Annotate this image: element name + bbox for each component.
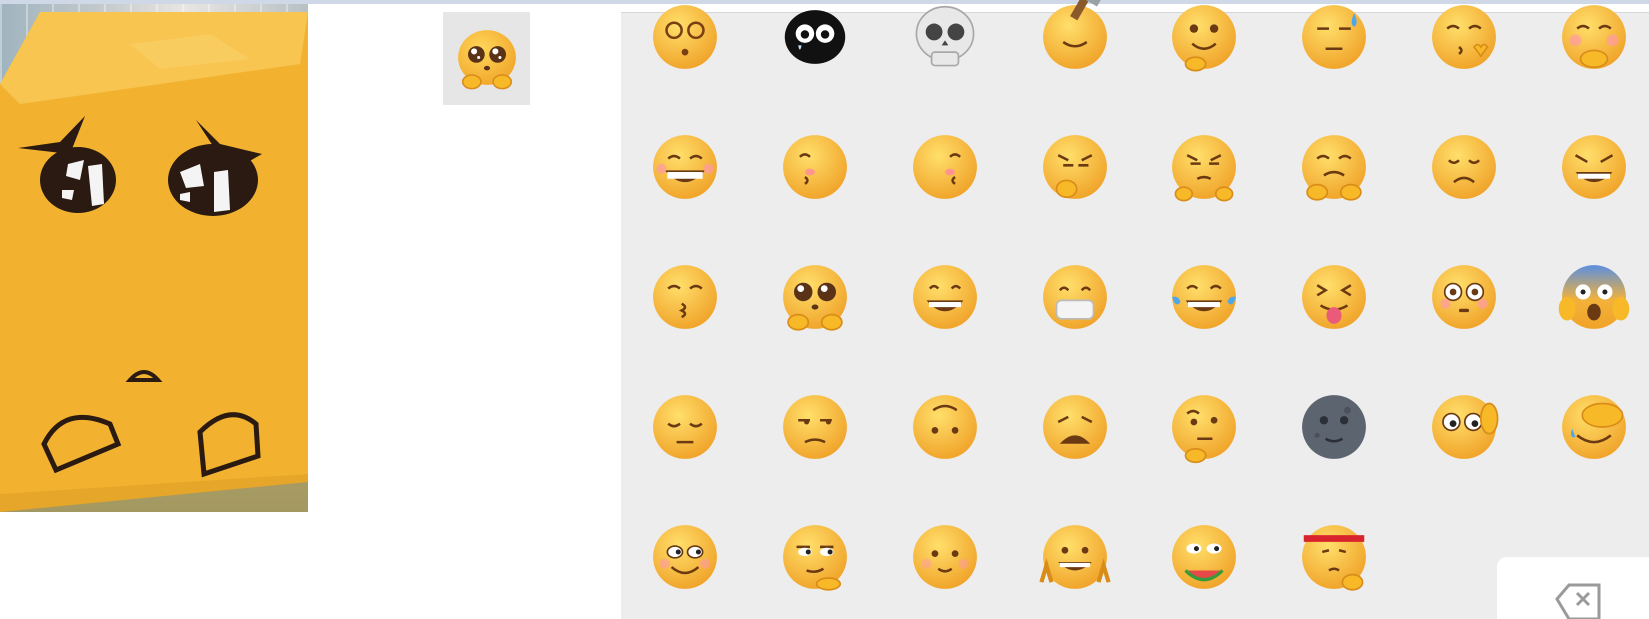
angry-hands-up-icon[interactable] [1162, 125, 1246, 209]
flushed-icon[interactable] [1422, 255, 1506, 339]
evil-grin-icon[interactable] [1552, 125, 1636, 209]
side-eye-point-icon[interactable] [773, 515, 857, 599]
peek-wave-icon[interactable] [1422, 385, 1506, 469]
tongue-squint-icon[interactable] [1292, 255, 1376, 339]
delete-key[interactable] [1497, 557, 1649, 619]
smirk-wink-icon[interactable] [643, 515, 727, 599]
emoji-grid [621, 0, 1649, 619]
sweat-drop-deadpan-icon[interactable] [1292, 0, 1376, 79]
backspace-icon [1555, 583, 1601, 619]
headband-fist-icon[interactable] [1292, 515, 1376, 599]
face-palm-cry-icon[interactable] [1552, 385, 1636, 469]
face-with-mask-icon[interactable] [1033, 255, 1117, 339]
chin-smirk-icon[interactable] [1162, 0, 1246, 79]
grin-icon[interactable] [903, 255, 987, 339]
side-glance-right-icon[interactable] [903, 125, 987, 209]
peace-grin-icon[interactable] [1033, 515, 1117, 599]
box-face-photo [0, 4, 308, 512]
weary-icon[interactable] [1033, 385, 1117, 469]
content-smile-icon[interactable] [903, 515, 987, 599]
big-grin-blush-icon[interactable] [643, 125, 727, 209]
selected-sticker-preview [443, 12, 530, 105]
unamused-icon[interactable] [773, 385, 857, 469]
pensive-icon[interactable] [643, 385, 727, 469]
kiss-heart-icon[interactable] [1422, 0, 1506, 79]
yellow-box-illustration [0, 12, 308, 512]
thinking-icon[interactable] [1162, 385, 1246, 469]
shy-giggle-hands-icon[interactable] [1552, 0, 1636, 79]
screaming-in-fear-icon[interactable] [1552, 255, 1636, 339]
black-sheep-tear-icon[interactable] [773, 0, 857, 79]
whistle-kiss-icon[interactable] [643, 255, 727, 339]
pleading-hands-icon[interactable] [1292, 125, 1376, 209]
watermelon-eat-icon[interactable] [1162, 515, 1246, 599]
skull-icon[interactable] [903, 0, 987, 79]
pleading-eyes-hands-icon [457, 29, 516, 89]
tears-of-joy-icon[interactable] [1162, 255, 1246, 339]
hammer-knock-icon[interactable] [1033, 0, 1117, 79]
new-moon-face-icon[interactable] [1292, 385, 1376, 469]
facepalm-angry-icon[interactable] [1033, 125, 1117, 209]
pleading-eyes-hands-icon[interactable] [773, 255, 857, 339]
sad-droopy-icon[interactable] [1422, 125, 1506, 209]
side-glance-left-icon[interactable] [773, 125, 857, 209]
emoji-keyboard-panel [621, 0, 1649, 619]
upside-hmm-icon[interactable] [903, 385, 987, 469]
dizzy-swirl-eyes-icon[interactable] [643, 0, 727, 79]
